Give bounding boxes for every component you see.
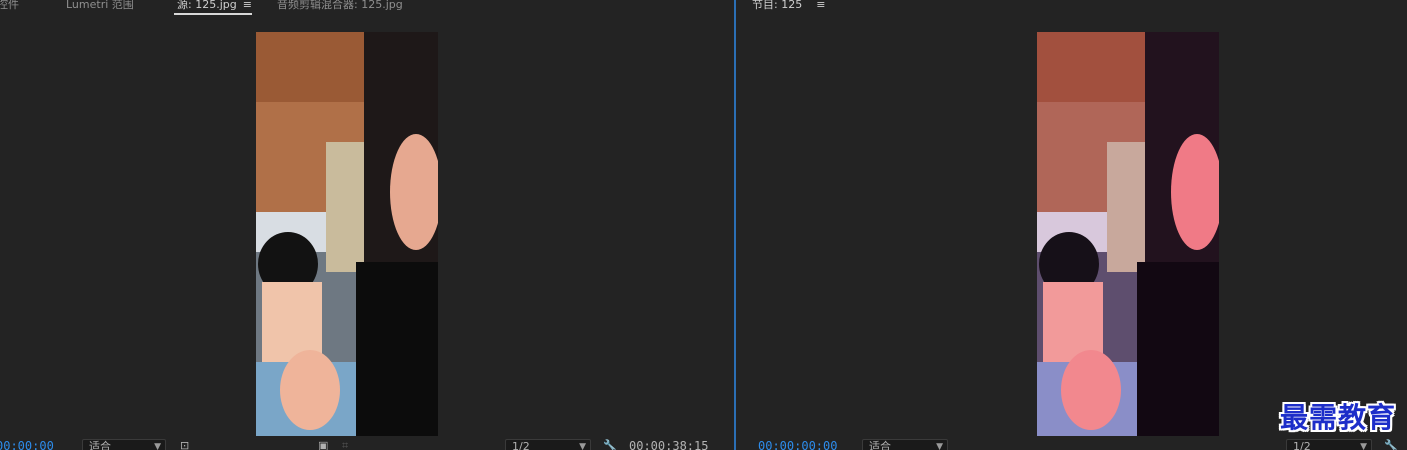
source-resolution-select[interactable]: 1/2 ▼ (505, 439, 591, 450)
chevron-down-icon: ▼ (936, 442, 943, 450)
chevron-down-icon: ▼ (154, 442, 161, 450)
watermark-logo: 最需教育 (1280, 401, 1397, 434)
source-fit-value: 适合 (89, 440, 111, 450)
export-frame-icon[interactable]: ▣ (318, 440, 328, 450)
source-duration-timecode: 00:00:38:15 (629, 439, 709, 450)
chevron-down-icon: ▼ (1360, 442, 1367, 450)
program-resolution-value: 1/2 (1293, 440, 1311, 450)
hamburger-menu-icon[interactable]: ≡ (243, 0, 252, 12)
tab-program[interactable]: 节目: 125 ≡ (752, 0, 825, 12)
program-tab-bar: 节目: 125 ≡ (736, 0, 1407, 14)
program-fit-value: 适合 (869, 440, 891, 450)
source-playhead-timecode[interactable]: 00:00:00 (0, 439, 54, 450)
safe-margins-icon[interactable]: ⌗ (342, 440, 348, 450)
source-monitor-panel: 控件 Lumetri 范围 源: 125.jpg ≡ 音频剪辑混合器: 125.j… (0, 0, 734, 450)
source-controls-bar: 00:00:00 适合 ▼ ⊡ ▣ ⌗ 1/2 ▼ 🔧 00:00:38:15 (0, 439, 734, 450)
source-resolution-value: 1/2 (512, 440, 530, 450)
source-insert-icon[interactable]: ⊡ (180, 440, 189, 450)
program-video-frame (1037, 32, 1219, 436)
wrench-icon[interactable]: 🔧 (1384, 440, 1398, 450)
source-video-frame (256, 32, 438, 436)
chevron-down-icon: ▼ (579, 442, 586, 450)
tab-audio-clip-mixer[interactable]: 音频剪辑混合器: 125.jpg (277, 0, 403, 12)
source-tab-bar: 控件 Lumetri 范围 源: 125.jpg ≡ 音频剪辑混合器: 125.j… (0, 0, 734, 15)
tab-source[interactable]: 源: 125.jpg ≡ (177, 0, 252, 12)
tab-lumetri-scopes[interactable]: Lumetri 范围 (66, 0, 134, 12)
tab-source-label: 源: 125.jpg (177, 0, 237, 11)
tab-effect-controls[interactable]: 控件 (0, 0, 19, 12)
tab-program-label: 节目: 125 (752, 0, 803, 11)
program-fit-select[interactable]: 适合 ▼ (862, 439, 948, 450)
program-resolution-select[interactable]: 1/2 ▼ (1286, 439, 1372, 450)
hamburger-menu-icon[interactable]: ≡ (816, 0, 825, 12)
source-fit-select[interactable]: 适合 ▼ (82, 439, 166, 450)
active-tab-indicator (174, 13, 252, 15)
wrench-icon[interactable]: 🔧 (603, 440, 617, 450)
program-monitor-panel: 节目: 125 ≡ 00:00:00:00 适合 ▼ 1/2 ▼ 🔧 (736, 0, 1407, 450)
program-controls-bar: 00:00:00:00 适合 ▼ 1/2 ▼ 🔧 (736, 439, 1407, 450)
program-playhead-timecode[interactable]: 00:00:00:00 (758, 439, 837, 450)
